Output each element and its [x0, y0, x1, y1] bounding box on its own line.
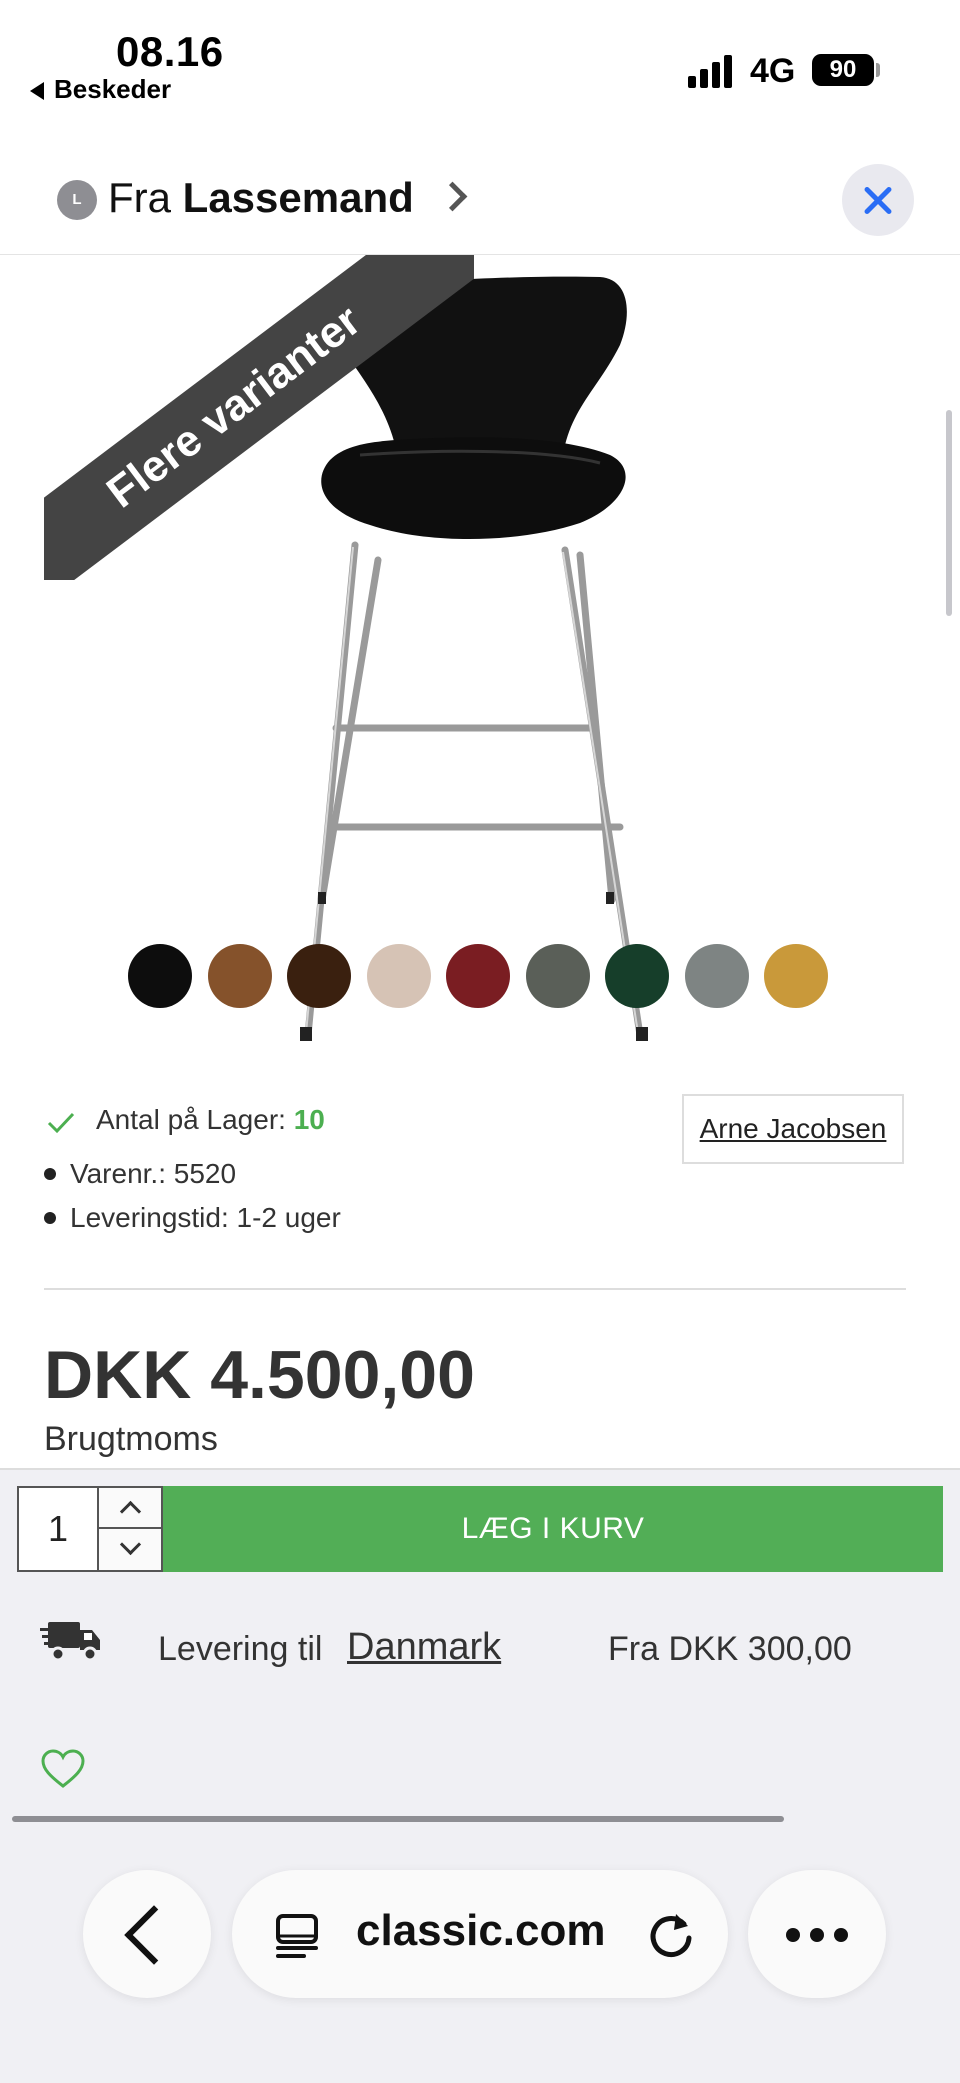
quantity-increase-button[interactable]	[99, 1488, 161, 1529]
stock-label: Antal på Lager:	[96, 1104, 286, 1135]
color-swatch-black[interactable]	[128, 944, 192, 1008]
designer-link-button[interactable]: Arne Jacobsen	[682, 1094, 904, 1164]
color-swatch-cognac[interactable]	[207, 944, 272, 1008]
chevron-up-icon	[119, 1500, 142, 1523]
back-app-label: Beskeder	[54, 74, 172, 104]
color-swatch-dark-green[interactable]	[605, 944, 669, 1008]
color-swatch-sand[interactable]	[366, 944, 431, 1008]
sheet-header: L Fra Lassemand	[0, 140, 960, 255]
chevron-down-icon	[119, 1533, 142, 1556]
add-to-cart-button[interactable]: LÆG I KURV	[163, 1486, 943, 1572]
back-triangle-icon	[30, 82, 44, 101]
quantity-stepper[interactable]: 1	[17, 1486, 163, 1572]
status-bar: 08.16 Beskeder 4G 90	[0, 0, 960, 140]
bullet-icon	[44, 1168, 56, 1180]
sku-text: Varenr.: 5520	[70, 1158, 237, 1189]
cellular-signal-icon	[688, 52, 738, 88]
delivery-price: Fra DKK 300,00	[608, 1630, 852, 1668]
bullet-icon	[44, 1212, 56, 1224]
delivery-truck-icon	[40, 1622, 100, 1662]
delivery-label: Levering til	[158, 1630, 323, 1668]
url-text: classic.com	[356, 1906, 606, 1955]
vat-note: Brugtmoms	[44, 1420, 218, 1458]
back-to-app-link[interactable]: Beskeder	[30, 74, 171, 105]
network-type: 4G	[750, 52, 796, 90]
ribbon-banner: Flere varianter	[44, 255, 474, 580]
color-swatch-mustard[interactable]	[764, 944, 828, 1008]
check-icon	[47, 1112, 75, 1134]
product-image[interactable]: Flere varianter	[0, 255, 960, 1055]
delivery-time-text: Leveringstid: 1-2 uger	[70, 1202, 341, 1233]
more-dot-icon	[786, 1928, 800, 1942]
source-avatar: L	[57, 180, 97, 220]
stock-info: Antal på Lager: 10	[96, 1104, 325, 1136]
quantity-decrease-button[interactable]	[99, 1529, 161, 1570]
color-swatch-red[interactable]	[446, 944, 510, 1008]
divider	[44, 1288, 906, 1290]
quantity-input[interactable]: 1	[19, 1488, 99, 1570]
source-name: Lassemand	[182, 174, 414, 221]
chevron-left-icon	[124, 1905, 184, 1965]
chevron-right-icon[interactable]	[437, 181, 468, 212]
color-swatch-grey-green[interactable]	[525, 944, 590, 1008]
vertical-scrollbar[interactable]	[946, 410, 952, 616]
more-dot-icon	[810, 1928, 824, 1942]
reader-mode-icon[interactable]	[274, 1912, 320, 1958]
more-options-button[interactable]	[748, 1870, 886, 1998]
more-dot-icon	[834, 1928, 848, 1942]
heart-icon[interactable]	[40, 1748, 86, 1790]
battery-tip	[876, 63, 880, 77]
source-link[interactable]: Fra Lassemand	[108, 174, 414, 222]
color-swatch-dark-brown[interactable]	[287, 944, 351, 1008]
ribbon-label: Flere varianter	[44, 255, 474, 580]
color-swatch-grey[interactable]	[684, 944, 749, 1008]
reload-icon[interactable]	[646, 1910, 696, 1960]
status-time: 08.16	[116, 28, 224, 75]
browser-back-button[interactable]	[83, 1870, 211, 1998]
product-price: DKK 4.500,00	[44, 1337, 475, 1413]
stock-count: 10	[293, 1104, 325, 1135]
horizontal-scrollbar[interactable]	[12, 1816, 784, 1822]
battery-icon: 90	[812, 54, 874, 86]
address-bar[interactable]: classic.com	[232, 1870, 728, 1998]
source-prefix: Fra	[108, 174, 171, 221]
delivery-country-link[interactable]: Danmark	[347, 1626, 501, 1669]
close-button[interactable]	[842, 164, 914, 236]
